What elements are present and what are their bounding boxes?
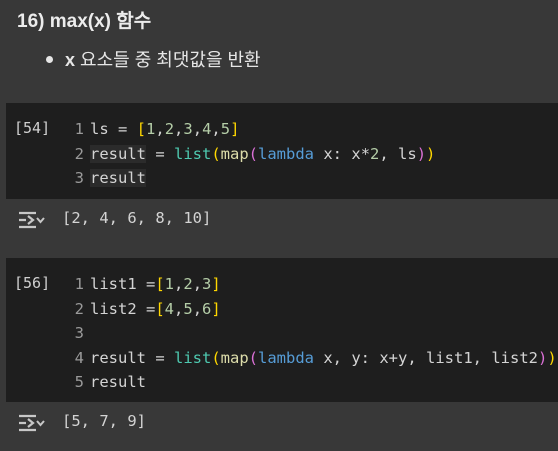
markdown-bullet: x 요소들 중 최댓값을 반환 — [46, 46, 261, 72]
code-line[interactable]: 3 result — [68, 166, 435, 191]
bullet-text: 요소들 중 최댓값을 반환 — [75, 50, 261, 70]
code-token: map — [220, 348, 249, 367]
line-number: 3 — [74, 169, 84, 187]
line-number: 5 — [74, 373, 84, 391]
line-number: 2 — [74, 299, 84, 318]
code-token: 5 — [183, 299, 193, 318]
line-number: 2 — [74, 144, 84, 163]
code-token: , — [155, 120, 165, 138]
markdown-heading: 16) max(x) 함수 — [17, 11, 152, 32]
code-line[interactable]: 5 result — [68, 370, 557, 395]
code-line[interactable]: 2 list2 =[4,5,6] — [68, 297, 557, 322]
code-token: 2 — [370, 144, 380, 163]
code-token: = — [146, 348, 174, 367]
code-token: 3 — [202, 275, 212, 293]
code-token: lambda — [258, 144, 315, 163]
code-token: 4 — [164, 299, 175, 318]
code-token: , — [174, 299, 184, 318]
code-line[interactable]: 1 ls = [1,2,3,4,5] — [68, 117, 435, 142]
code-token: 5 — [220, 120, 231, 138]
execution-count: [54] — [14, 119, 51, 137]
output-text: [2, 4, 6, 8, 10] — [62, 209, 212, 227]
code-token: ) — [537, 348, 548, 367]
code-token: , — [192, 275, 203, 293]
code-token: , — [192, 120, 203, 138]
code-token: 2 — [183, 275, 193, 293]
code-cell-1[interactable]: [54] 1 ls = [1,2,3,4,5] 2 result = list(map… — [6, 103, 558, 199]
code-token: 1 — [164, 275, 175, 293]
code-token: result — [90, 144, 146, 163]
code-token: ] — [211, 299, 221, 318]
code-token: [ — [136, 120, 147, 138]
code-token: 6 — [202, 299, 212, 318]
code-token: = — [146, 144, 174, 163]
code-token: ( — [248, 348, 259, 367]
code-token: result — [90, 348, 146, 367]
code-token: = — [108, 120, 137, 138]
code-token: 3 — [183, 120, 193, 138]
code-token: lambda — [258, 348, 315, 367]
code-token: ] — [230, 120, 240, 138]
code-token: map — [220, 144, 249, 163]
output-text: [5, 7, 9] — [62, 412, 146, 430]
line-number: 3 — [74, 324, 84, 342]
code-token: ) — [416, 144, 427, 163]
code-token: list1 = — [90, 275, 156, 293]
code-token: ( — [211, 348, 221, 367]
code-token: ) — [547, 348, 557, 367]
code-editor[interactable]: 1 list1 =[1,2,3] 2 list2 =[4,5,6] 3 4 result =… — [68, 272, 557, 395]
code-line[interactable]: 1 list1 =[1,2,3] — [68, 272, 557, 297]
code-token: , — [174, 275, 184, 293]
code-token: , ls — [379, 144, 417, 163]
code-token: ( — [248, 144, 259, 163]
code-token: list — [174, 144, 212, 163]
code-token: 1 — [146, 120, 156, 138]
code-token: list2 = — [90, 299, 156, 318]
line-number: 1 — [74, 120, 84, 138]
code-token: result — [90, 373, 146, 391]
code-token: x, y: x+y, list1, list2 — [314, 348, 538, 367]
code-line[interactable]: 3 — [68, 321, 557, 346]
output-toggle-icon[interactable] — [16, 209, 46, 231]
code-token: [ — [155, 275, 165, 293]
code-token: , — [174, 120, 184, 138]
code-token: ( — [211, 144, 221, 163]
code-line[interactable]: 4 result = list(map(lambda x, y: x+y, lis… — [68, 346, 557, 371]
bullet-dot-icon — [46, 55, 53, 63]
execution-count: [56] — [14, 274, 51, 292]
code-token: * — [360, 144, 371, 163]
code-editor[interactable]: 1 ls = [1,2,3,4,5] 2 result = list(map(lamb… — [68, 117, 435, 191]
code-token: , — [192, 299, 203, 318]
code-token: list — [174, 348, 212, 367]
code-cell-2[interactable]: [56] 1 list1 =[1,2,3] 2 list2 =[4,5,6] 3 4 res… — [6, 258, 558, 402]
line-number: 1 — [74, 275, 84, 293]
code-token: , — [211, 120, 221, 138]
code-token: x: x — [314, 144, 361, 163]
code-token: [ — [155, 299, 165, 318]
code-token: result — [90, 169, 146, 187]
bullet-code-x: x — [65, 50, 76, 70]
line-number: 4 — [74, 348, 84, 367]
code-token: 2 — [164, 120, 175, 138]
output-toggle-icon[interactable] — [16, 412, 46, 434]
code-token: ) — [426, 144, 436, 163]
code-token: ls — [90, 120, 109, 138]
code-token: ] — [211, 275, 221, 293]
code-line[interactable]: 2 result = list(map(lambda x: x*2, ls)) — [68, 142, 435, 167]
